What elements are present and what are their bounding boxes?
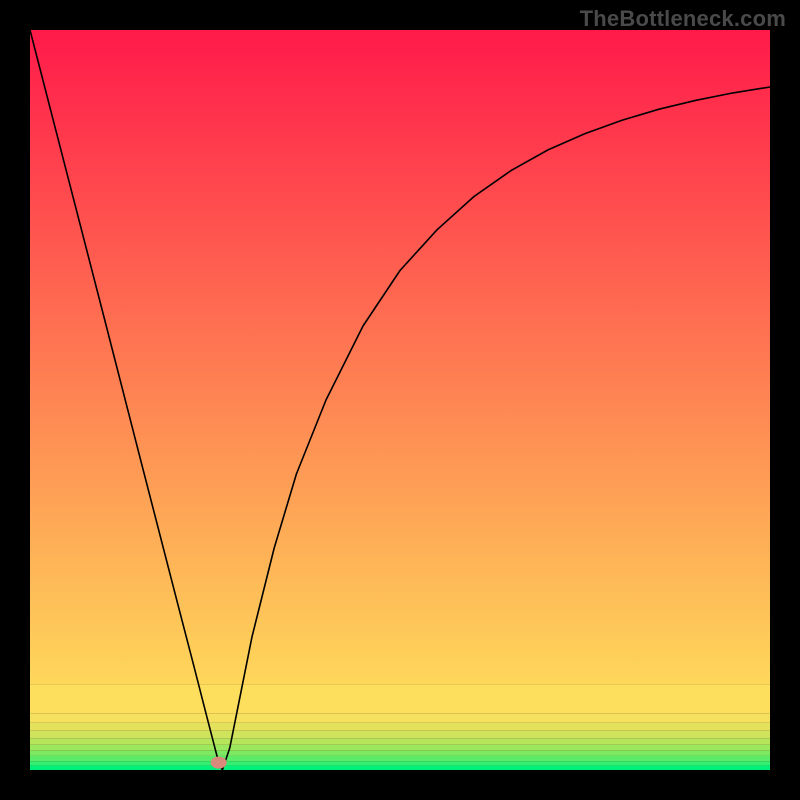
chart-svg — [30, 30, 770, 770]
gradient-band-9 — [30, 685, 770, 714]
plot-area — [30, 30, 770, 770]
gradient-band-4 — [30, 745, 770, 751]
gradient-band-6 — [30, 731, 770, 738]
watermark: TheBottleneck.com — [580, 6, 786, 32]
gradient-band-5 — [30, 738, 770, 745]
gradient-band-7 — [30, 723, 770, 731]
gradient-band-2 — [30, 756, 770, 761]
minimum-marker — [211, 757, 227, 769]
gradient-band-0 — [30, 766, 770, 770]
chart-container: TheBottleneck.com — [0, 0, 800, 800]
gradient-band-8 — [30, 714, 770, 723]
gradient-band-10 — [30, 30, 770, 685]
gradient-band-1 — [30, 761, 770, 765]
gradient-band-3 — [30, 751, 770, 756]
